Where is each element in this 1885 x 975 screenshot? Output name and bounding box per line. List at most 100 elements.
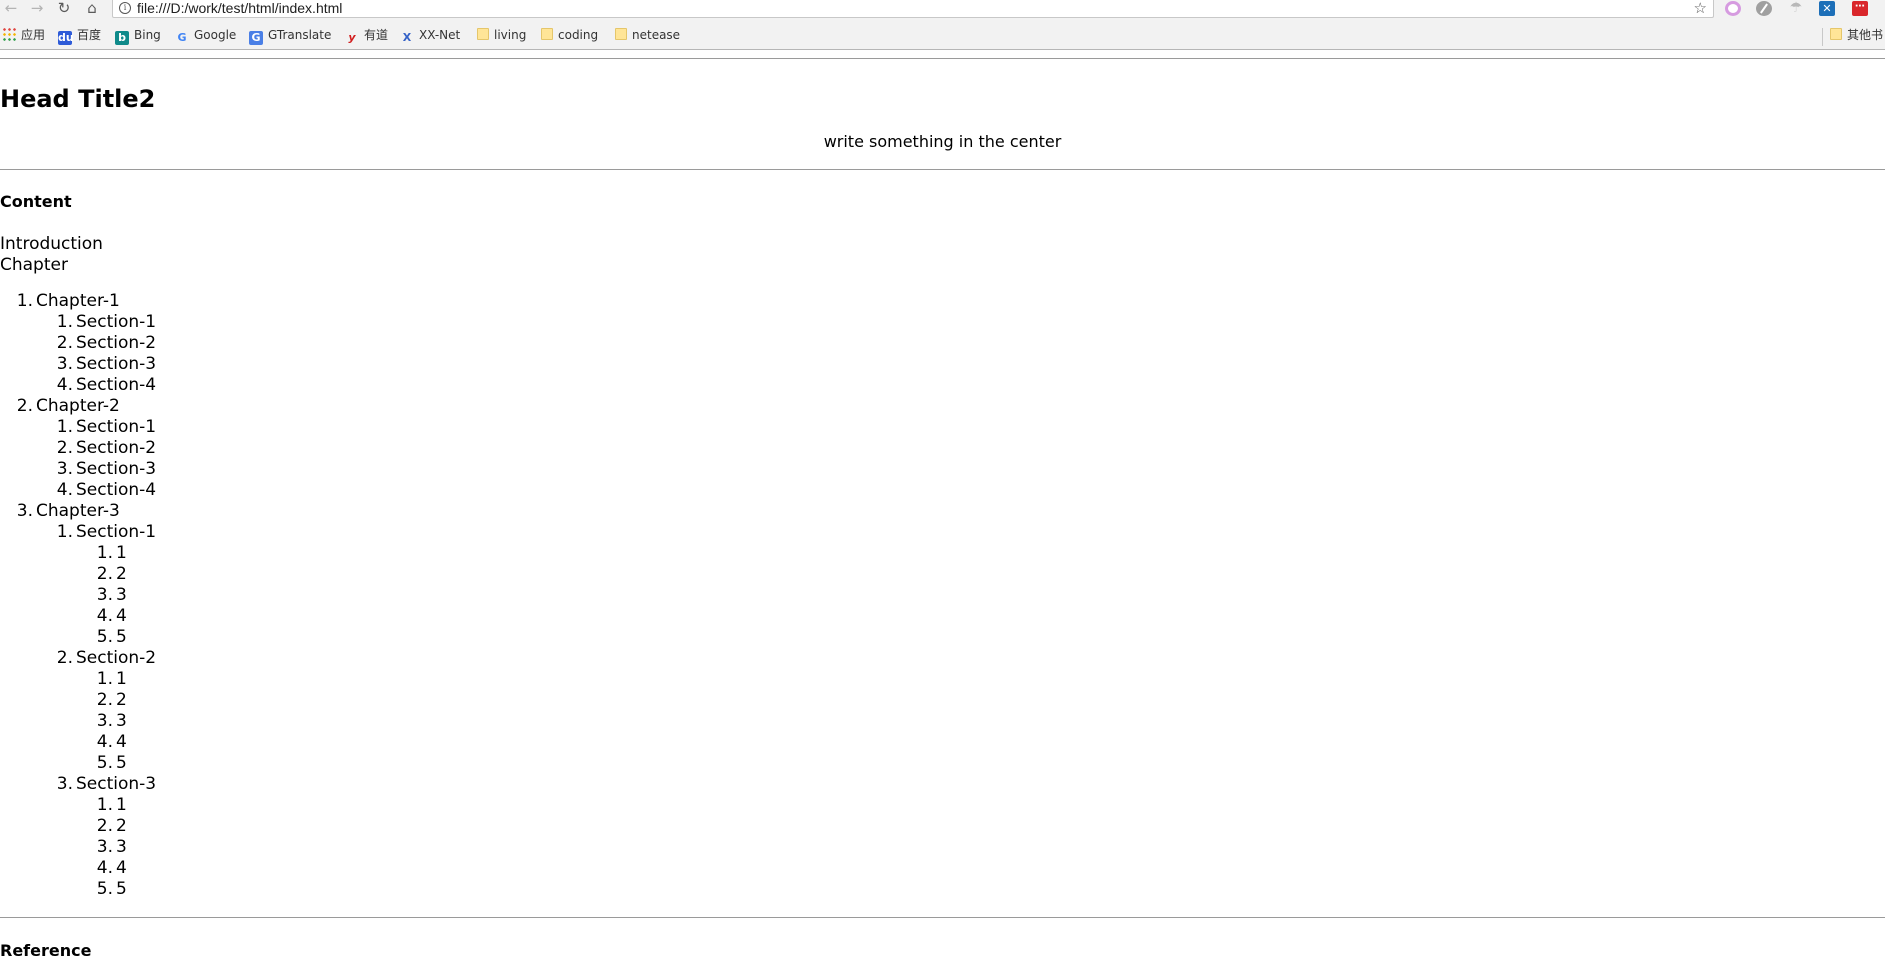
section-item: 4. Section-4 xyxy=(40,480,156,501)
subitem: 2. 2 xyxy=(80,816,156,837)
extension-red-icon[interactable]: ⋯ xyxy=(1852,1,1868,16)
list-number: 2. xyxy=(56,438,73,458)
subitem-row: 3. 3 xyxy=(80,711,156,732)
list-number: 3. xyxy=(16,501,33,521)
bookmark-star-icon[interactable]: ☆ xyxy=(1694,0,1707,16)
reference-heading: Reference xyxy=(0,941,92,960)
list-number: 1. xyxy=(56,417,73,437)
url-text[interactable]: file:///D:/work/test/html/index.html xyxy=(137,0,342,16)
subitem-row: 2. 2 xyxy=(80,690,156,711)
subitem: 5. 5 xyxy=(80,879,156,900)
info-icon[interactable]: i xyxy=(119,2,131,14)
address-bar[interactable]: i file:///D:/work/test/html/index.html ☆ xyxy=(112,0,1714,18)
bookmarks-divider xyxy=(1822,28,1823,46)
list-item-label: 1 xyxy=(116,795,127,815)
extension-umbrella-icon[interactable]: ☂ xyxy=(1788,1,1804,16)
section-item: 4. Section-4 xyxy=(40,375,156,396)
top-divider xyxy=(0,58,1885,59)
list-item-label: Chapter-1 xyxy=(36,291,120,311)
subitem-row: 3. 3 xyxy=(80,837,156,858)
bookmark-coding[interactable]: coding xyxy=(541,26,598,44)
extension-x-icon[interactable]: ✕ xyxy=(1819,1,1835,16)
bookmark-xxnet[interactable]: X XX-Net xyxy=(400,26,461,44)
bookmark-youdao[interactable]: y 有道 xyxy=(345,26,388,44)
list-number: 4. xyxy=(96,732,113,752)
list-item-label: Section-1 xyxy=(76,312,157,332)
subitem: 4. 4 xyxy=(80,858,156,879)
list-item-label: 2 xyxy=(116,690,127,710)
bookmark-gtranslate[interactable]: G GTranslate xyxy=(249,26,331,45)
list-item-label: Section-2 xyxy=(76,438,157,458)
section-item: 3. Section-3 xyxy=(40,459,156,480)
list-number: 2. xyxy=(96,816,113,836)
section-item: 2. Section-2 1. 1 2. 2 3. 3 4. 4 5. 5 xyxy=(40,648,156,774)
list-item-label: Section-3 xyxy=(76,459,157,479)
list-number: 3. xyxy=(96,585,113,605)
section-item-row: 3. Section-3 xyxy=(40,459,156,480)
section-item-row: 4. Section-4 xyxy=(40,375,156,396)
subitem-row: 4. 4 xyxy=(80,732,156,753)
section-item: 3. Section-3 xyxy=(40,354,156,375)
list-item-label: Section-1 xyxy=(76,417,157,437)
list-item-label: Section-3 xyxy=(76,354,157,374)
list-number: 2. xyxy=(96,690,113,710)
apps-grid-icon xyxy=(2,27,16,41)
subitem: 5. 5 xyxy=(80,627,156,648)
bookmark-apps[interactable]: 应用 xyxy=(2,26,45,44)
folder-icon xyxy=(477,28,489,40)
list-number: 2. xyxy=(96,564,113,584)
section-item-row: 3. Section-3 xyxy=(40,354,156,375)
section-item: 2. Section-2 xyxy=(40,438,156,459)
list-number: 3. xyxy=(96,837,113,857)
section-list: 1. Section-1 1. 1 2. 2 3. 3 4. 4 5. 5 2. Section-2 1. 1… xyxy=(0,522,156,900)
google-icon: G xyxy=(177,31,187,44)
bookmark-bing[interactable]: b Bing xyxy=(115,26,161,45)
bookmark-other[interactable]: 其他书 xyxy=(1830,26,1883,44)
subitem-row: 1. 1 xyxy=(80,543,156,564)
chapter-item: 2.Chapter-21.Section-12.Section-23.Secti… xyxy=(0,396,156,501)
extension-compass-icon[interactable] xyxy=(1756,1,1772,16)
introduction-text: Introduction xyxy=(0,234,103,254)
list-item-label: 5 xyxy=(116,627,127,647)
list-item-label: Section-1 xyxy=(76,522,157,542)
section-item-row: 2. Section-2 xyxy=(40,648,156,669)
section-item: 1. Section-1 xyxy=(40,312,156,333)
back-arrow-icon[interactable]: ← xyxy=(0,0,22,17)
bing-icon: b xyxy=(115,31,129,45)
youdao-icon: y xyxy=(348,31,356,44)
table-of-contents: 1.Chapter-11.Section-12.Section-23.Secti… xyxy=(0,291,156,900)
centered-text: write something in the center xyxy=(823,132,1062,151)
section-item-row: 3. Section-3 xyxy=(40,774,156,795)
list-number: 3. xyxy=(56,459,73,479)
list-item-label: Chapter-3 xyxy=(36,501,120,521)
bookmark-living[interactable]: living xyxy=(477,26,526,44)
reload-icon[interactable]: ↻ xyxy=(53,0,75,17)
list-item-label: 1 xyxy=(116,543,127,563)
list-number: 4. xyxy=(96,858,113,878)
list-item-label: Section-2 xyxy=(76,648,157,668)
list-item-label: 4 xyxy=(116,858,127,878)
browser-toolbar: ← → ↻ ⌂ i file:///D:/work/test/html/inde… xyxy=(0,0,1885,18)
list-number: 3. xyxy=(56,774,73,794)
list-number: 5. xyxy=(96,879,113,899)
list-item-label: 5 xyxy=(116,879,127,899)
header-divider xyxy=(0,169,1885,170)
bookmark-google[interactable]: G Google xyxy=(175,26,236,44)
list-number: 1. xyxy=(96,543,113,563)
home-icon[interactable]: ⌂ xyxy=(81,0,103,17)
section-item-row: 1. Section-1 xyxy=(40,312,156,333)
list-item-label: 4 xyxy=(116,732,127,752)
subitem: 2. 2 xyxy=(80,690,156,711)
bookmark-netease[interactable]: netease xyxy=(615,26,680,44)
list-number: 1. xyxy=(96,669,113,689)
subitem-row: 2. 2 xyxy=(80,816,156,837)
bookmark-baidu[interactable]: du 百度 xyxy=(58,26,101,45)
folder-icon xyxy=(541,28,553,40)
extension-circle-icon[interactable] xyxy=(1725,1,1741,16)
list-item-label: Section-4 xyxy=(76,375,157,395)
list-number: 1. xyxy=(56,312,73,332)
section-item: 1. Section-1 xyxy=(40,417,156,438)
subitem-row: 2. 2 xyxy=(80,564,156,585)
forward-arrow-icon[interactable]: → xyxy=(26,0,48,17)
page-title: Head Title2 xyxy=(0,85,156,113)
